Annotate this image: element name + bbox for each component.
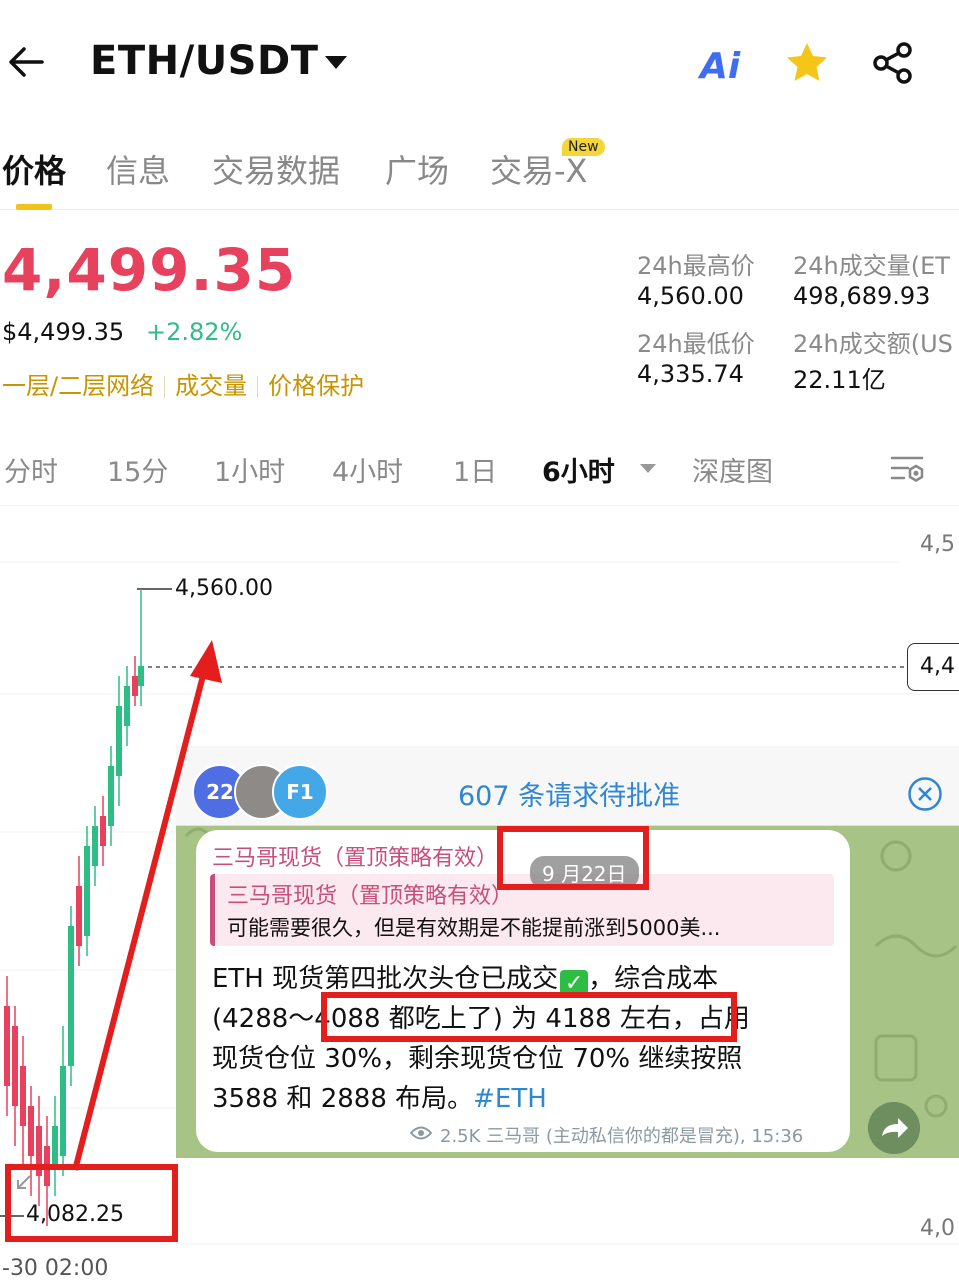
annotation-arrow [72, 667, 208, 1171]
annotation-box-date [497, 826, 649, 890]
annotation-box-low [5, 1164, 178, 1242]
annotation-arrow-layer [72, 640, 222, 1171]
annotation-box-cost [321, 992, 737, 1042]
arrow-head-icon [190, 640, 222, 683]
